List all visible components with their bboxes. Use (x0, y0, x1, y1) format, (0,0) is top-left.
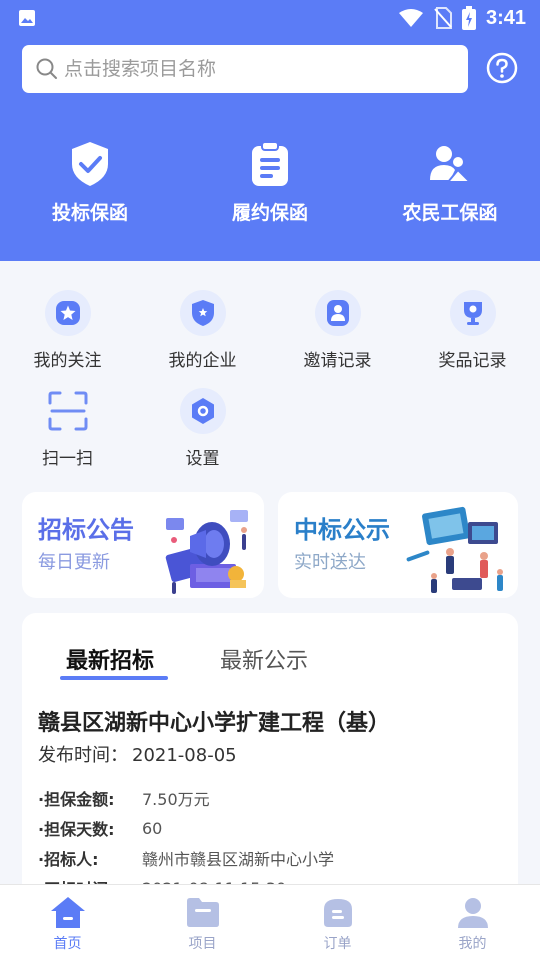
bottom-nav: 首页 项目 订单 我的 (0, 884, 540, 960)
search-input[interactable] (64, 58, 444, 80)
menu-item-label: 扫一扫 (42, 449, 93, 469)
performance-guarantee-label: 履约保函 (231, 202, 308, 224)
profile-icon (457, 898, 488, 928)
info-row-guarantee-days: ·担保天数: 60 (38, 813, 498, 843)
enterprise-shield-icon (191, 300, 214, 326)
bid-guarantee-label: 投标保函 (51, 202, 128, 224)
wifi-icon (398, 9, 423, 27)
info-value: 赣州市赣县区湖新中心小学 (142, 850, 335, 869)
presentation-illustration-icon (406, 506, 503, 593)
nav-home[interactable]: 首页 (0, 885, 135, 960)
shield-check-icon (72, 142, 108, 186)
menu-item-favorites[interactable]: 我的关注 (0, 290, 135, 371)
winning-bid-title: 中标公示 (294, 516, 390, 544)
status-time: 3:41 (485, 6, 526, 29)
workers-icon (430, 146, 472, 183)
search-icon (36, 58, 57, 79)
nav-projects[interactable]: 项目 (135, 885, 270, 960)
worker-guarantee-entry[interactable]: 农民工保函 (360, 140, 540, 225)
battery-charging-icon (461, 6, 476, 30)
menu-item-label: 奖品记录 (438, 351, 507, 371)
order-icon (323, 899, 352, 927)
nav-profile[interactable]: 我的 (405, 885, 540, 960)
menu-item-label: 设置 (185, 449, 220, 469)
publish-time-label: 发布时间： (38, 745, 128, 766)
nav-orders[interactable]: 订单 (270, 885, 405, 960)
menu-item-settings[interactable]: 设置 (135, 388, 270, 469)
info-row-guarantee-amount: ·担保金额: 7.50万元 (38, 783, 498, 813)
image-icon (19, 10, 35, 26)
performance-guarantee-entry[interactable]: 履约保函 (180, 140, 360, 225)
info-value: 60 (142, 818, 163, 838)
menu-item-invite-records[interactable]: 邀请记录 (270, 290, 405, 371)
bid-announcement-card[interactable]: 招标公告 每日更新 (22, 492, 264, 598)
trophy-icon (463, 302, 482, 325)
status-bar: 3:41 (0, 0, 540, 36)
nav-label: 我的 (458, 936, 487, 952)
latest-panel: 最新招标 最新公示 赣县区湖新中心小学扩建工程（基） 发布时间： 2021-08-… (22, 613, 518, 903)
info-label: ·担保金额: (38, 790, 115, 809)
publish-date: 2021-08-05 (132, 745, 237, 766)
star-icon (55, 301, 80, 325)
menu-item-scan[interactable]: 扫一扫 (0, 388, 135, 469)
tab-latest-bids[interactable]: 最新招标 (66, 643, 154, 675)
clipboard-list-icon (252, 141, 288, 186)
menu-item-label: 邀请记录 (303, 351, 372, 371)
megaphone-illustration-icon (165, 510, 248, 594)
menu-item-label: 我的企业 (168, 351, 237, 371)
bid-announcement-title: 招标公告 (38, 516, 134, 544)
winning-bid-card[interactable]: 中标公示 实时送达 (278, 492, 518, 598)
help-circle-icon[interactable] (486, 52, 518, 84)
menu-item-prize-records[interactable]: 奖品记录 (405, 290, 540, 371)
menu-item-enterprise[interactable]: 我的企业 (135, 290, 270, 371)
tab-active-indicator (60, 676, 168, 680)
bid-guarantee-entry[interactable]: 投标保函 (0, 140, 180, 225)
menu-item-label: 我的关注 (33, 351, 102, 371)
home-icon (50, 897, 85, 928)
settings-icon (191, 398, 214, 424)
info-value: 7.50万元 (142, 790, 210, 809)
nav-label: 订单 (323, 936, 352, 952)
nav-label: 项目 (188, 936, 217, 952)
no-sim-icon (434, 7, 452, 29)
search-box[interactable] (22, 45, 468, 93)
publish-time-row: 发布时间： 2021-08-05 (38, 741, 237, 767)
info-label: ·招标人: (38, 850, 99, 869)
header: 投标保函 履约保函 农民工保函 (0, 36, 540, 261)
scan-icon (48, 391, 87, 431)
info-row-tenderer: ·招标人: 赣州市赣县区湖新中心小学 (38, 843, 498, 873)
info-label: ·担保天数: (38, 820, 115, 839)
guarantee-entries: 投标保函 履约保函 农民工保函 (0, 140, 540, 225)
project-title[interactable]: 赣县区湖新中心小学扩建工程（基） (38, 705, 390, 737)
folder-icon (186, 898, 219, 927)
worker-guarantee-label: 农民工保函 (402, 202, 498, 224)
bid-announcement-subtitle: 每日更新 (38, 552, 110, 573)
winning-bid-subtitle: 实时送达 (294, 552, 366, 573)
user-invite-icon (326, 300, 349, 326)
nav-label: 首页 (53, 936, 82, 952)
tab-latest-notices[interactable]: 最新公示 (220, 643, 308, 675)
